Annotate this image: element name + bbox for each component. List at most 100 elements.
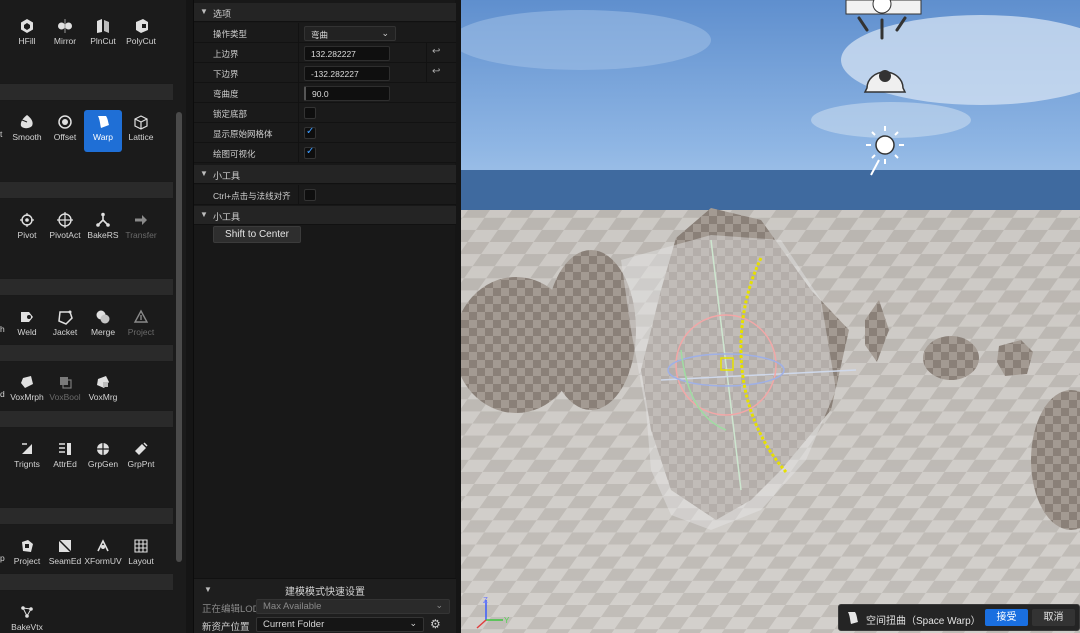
category-header[interactable] — [0, 181, 173, 199]
tool-layout[interactable]: Layout — [122, 534, 160, 576]
new-asset-location-dropdown[interactable]: Current Folder ⌄ — [256, 617, 424, 632]
merge-icon — [96, 310, 110, 324]
bend-degrees-input[interactable]: 90.0 — [304, 86, 390, 101]
polycut-icon — [136, 19, 148, 33]
editing-lod-dropdown[interactable]: Max Available ⌄ — [256, 599, 450, 614]
options-section-header[interactable]: ▼ 选项 — [194, 3, 456, 22]
show-original-checkbox[interactable] — [304, 126, 316, 139]
tool-offset[interactable]: Offset — [46, 110, 84, 152]
tool-label: PlnCut — [90, 36, 116, 46]
tool-label: Merge — [90, 327, 116, 337]
tool-row-1: HFill Mirror PlnCut PolyCut — [0, 8, 173, 64]
tool-pivotact[interactable]: PivotAct — [46, 208, 84, 250]
upper-bound-input[interactable]: 132.282227 — [304, 46, 390, 61]
tool-warp[interactable]: Warp — [84, 110, 122, 152]
dropdown-value: Current Folder — [263, 619, 325, 630]
tool-hfill[interactable]: HFill — [8, 14, 46, 56]
lock-bottom-checkbox[interactable] — [304, 107, 316, 119]
row-draw-visualization: 绘图可视化 — [194, 143, 456, 163]
gizmo-section-header-2[interactable]: ▼ 小工具 — [194, 206, 456, 225]
section-title: 小工具 — [213, 171, 241, 181]
column-divider — [298, 83, 299, 103]
reset-arrow-icon[interactable]: ↩ — [432, 46, 440, 57]
tool-jacket[interactable]: Jacket — [46, 305, 84, 347]
tool-weld[interactable]: Weld — [8, 305, 46, 347]
tool-voxmrph[interactable]: VoxMrph — [8, 370, 46, 412]
tool-label: Layout — [128, 556, 154, 566]
tool-label: PolyCut — [126, 36, 156, 46]
tool-xformuv[interactable]: XFormUV — [84, 534, 122, 576]
shift-to-center-button[interactable]: Shift to Center — [213, 226, 301, 243]
column-divider — [298, 23, 299, 43]
voxel-boolean-icon — [60, 377, 72, 389]
tool-seamed[interactable]: SeamEd — [46, 534, 84, 576]
accept-button[interactable]: 接受 — [985, 609, 1028, 626]
palette-scrollbar[interactable] — [176, 112, 182, 562]
tool-label: GrpGen — [87, 459, 119, 469]
tool-trignts[interactable]: Trignts — [8, 437, 46, 479]
tool-lattice[interactable]: Lattice — [122, 110, 160, 152]
tool-grpgen[interactable]: GrpGen — [84, 437, 122, 479]
tool-label: Smooth — [12, 132, 42, 142]
tool-merge[interactable]: Merge — [84, 305, 122, 347]
collapse-triangle-icon: ▼ — [200, 7, 208, 16]
voxel-morph-icon — [21, 376, 33, 388]
modeling-quick-settings: ▼ 建模模式快速设置 正在编辑LOD Max Available ⌄ 新资产位置… — [194, 578, 456, 633]
dropdown-value: 弯曲 — [311, 30, 329, 40]
column-divider — [298, 43, 299, 63]
tool-label: Project — [127, 327, 155, 337]
tool-voxmrg[interactable]: VoxMrg — [84, 370, 122, 412]
tool-project-uv[interactable]: Project — [8, 534, 46, 576]
tool-label-clipped: d — [0, 389, 5, 399]
tool-smooth[interactable]: Smooth — [8, 110, 46, 152]
tool-project[interactable]: Project — [122, 305, 160, 347]
tool-bakevtx[interactable]: BakeVtx — [8, 600, 46, 633]
category-header[interactable] — [0, 410, 173, 428]
draw-visualization-checkbox[interactable] — [304, 146, 316, 159]
tool-polycut[interactable]: PolyCut — [122, 14, 160, 56]
tool-label: VoxBool — [49, 392, 81, 402]
seam-editor-icon — [58, 539, 72, 553]
column-divider — [298, 63, 299, 83]
viewport-scene: Z Y — [461, 0, 1080, 633]
tool-mirror[interactable]: Mirror — [46, 14, 84, 56]
gear-icon[interactable]: ⚙ — [430, 617, 441, 631]
show-original-label: 显示原始网格体 — [213, 129, 273, 139]
weld-icon — [21, 312, 33, 322]
tool-label: VoxMrph — [10, 392, 44, 402]
reset-arrow-icon[interactable]: ↩ — [432, 66, 440, 77]
row-show-original: 显示原始网格体 — [194, 123, 456, 143]
tool-grppnt[interactable]: GrpPnt — [122, 437, 160, 479]
column-divider — [298, 123, 299, 143]
voxel-merge-icon — [97, 376, 109, 388]
tool-bakers[interactable]: BakeRS — [84, 208, 122, 250]
lower-bound-input[interactable]: -132.282227 — [304, 66, 390, 81]
chevron-down-icon: ⌄ — [409, 618, 417, 628]
row-bend-degrees: 弯曲度 90.0 — [194, 83, 456, 103]
tool-pivot[interactable]: Pivot — [8, 208, 46, 250]
bake-rs-icon — [96, 212, 110, 227]
tool-label: SeamEd — [48, 556, 82, 566]
cancel-button[interactable]: 取消 — [1032, 609, 1075, 626]
tool-transfer[interactable]: Transfer — [122, 208, 160, 250]
gizmo-section-header[interactable]: ▼ 小工具 — [194, 165, 456, 184]
tool-attred[interactable]: AttrEd — [46, 437, 84, 479]
3d-viewport[interactable]: Z Y — [461, 0, 1080, 633]
category-header[interactable] — [0, 83, 173, 101]
category-header[interactable] — [0, 507, 173, 525]
tool-voxbool[interactable]: VoxBool — [46, 370, 84, 412]
tool-label: HFill — [18, 36, 36, 46]
tool-label: Project — [13, 556, 41, 566]
tool-plncut[interactable]: PlnCut — [84, 14, 122, 56]
ctrl-click-checkbox[interactable] — [304, 189, 316, 201]
tool-label: Trignts — [14, 459, 40, 469]
category-header[interactable] — [0, 278, 173, 296]
operation-type-dropdown[interactable]: 弯曲 ⌄ — [304, 26, 396, 41]
category-header[interactable] — [0, 573, 173, 591]
operation-type-label: 操作类型 — [213, 29, 248, 39]
category-header[interactable] — [0, 344, 173, 362]
properties-panel: ▼ 选项 操作类型 弯曲 ⌄ 上边界 132.282227 ↩ 下边界 -132… — [193, 0, 456, 633]
collapse-triangle-icon: ▼ — [200, 210, 208, 219]
section-title: 选项 — [213, 9, 232, 19]
pivot-icon — [20, 213, 34, 227]
